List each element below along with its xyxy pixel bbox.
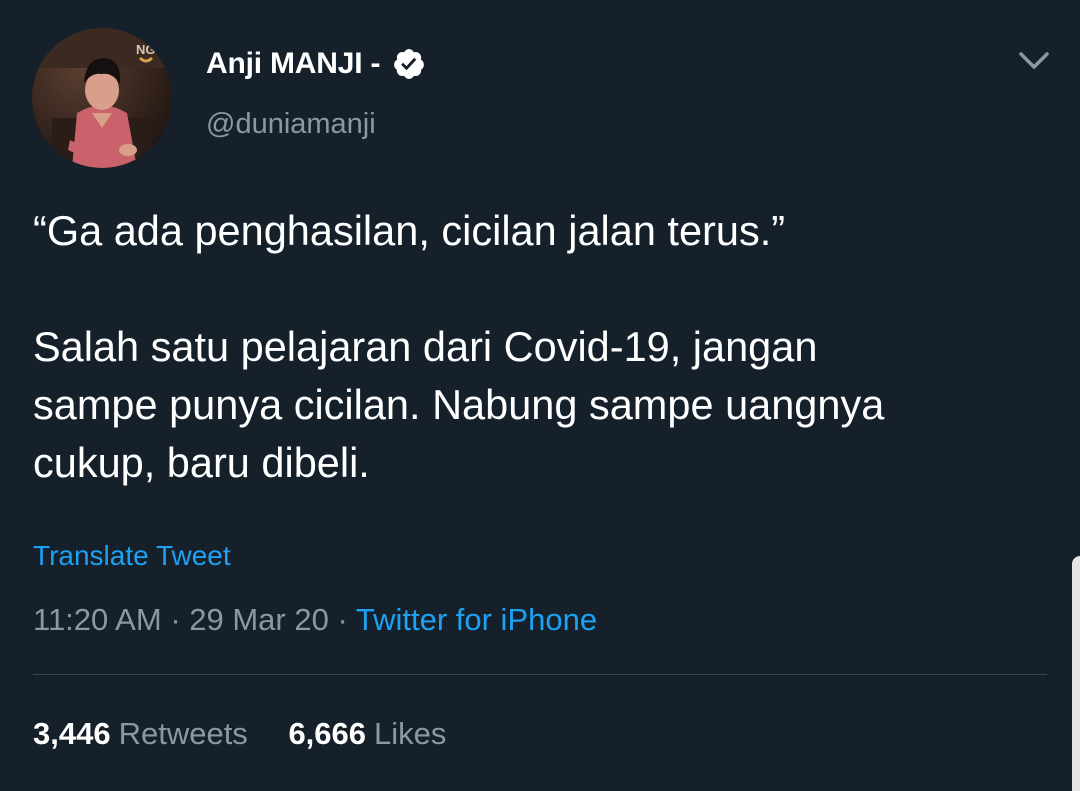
likes-label: Likes <box>374 716 447 751</box>
retweets-count: 3,446 <box>33 716 111 751</box>
avatar-image: NG <box>32 28 172 168</box>
likes-count: 6,666 <box>288 716 367 751</box>
name-row: Anji MANJI - <box>206 44 426 84</box>
tweet-text-line: Salah satu pelajaran dari Covid-19, jang… <box>33 323 818 370</box>
tweet-text: “Ga ada penghasilan, cicilan jalan terus… <box>33 202 1043 492</box>
tweet-metadata: 11:20 AM · 29 Mar 20 · Twitter for iPhon… <box>33 602 597 638</box>
retweets-stat[interactable]: 3,446 Retweets <box>33 716 248 752</box>
avatar-sign-text: NG <box>136 42 156 57</box>
retweets-label: Retweets <box>118 716 248 751</box>
handle[interactable]: @duniamanji <box>206 108 426 141</box>
likes-stat[interactable]: 6,666 Likes <box>288 716 446 752</box>
verified-badge-icon <box>392 47 426 81</box>
meta-separator: · <box>337 602 348 637</box>
engagement-stats: 3,446 Retweets 6,666 Likes <box>33 716 446 752</box>
tweet-date[interactable]: 29 Mar 20 <box>189 602 329 637</box>
tweet-time[interactable]: 11:20 AM <box>33 602 162 637</box>
chevron-down-icon[interactable] <box>1018 50 1050 72</box>
divider <box>33 674 1047 675</box>
tweet-card: NG Anji MANJI - @duniamanji “Ga ada peng… <box>0 0 1080 791</box>
translate-tweet-link[interactable]: Translate Tweet <box>33 540 231 572</box>
tweet-text-line: cukup, baru dibeli. <box>33 439 370 486</box>
tweet-source-link[interactable]: Twitter for iPhone <box>356 602 597 637</box>
avatar[interactable]: NG <box>32 28 172 168</box>
tweet-text-line: “Ga ada penghasilan, cicilan jalan terus… <box>33 207 786 254</box>
display-name[interactable]: Anji MANJI - <box>206 47 380 81</box>
scrollbar[interactable] <box>1072 556 1080 791</box>
author-block: Anji MANJI - @duniamanji <box>206 44 426 141</box>
meta-separator: · <box>170 602 181 637</box>
tweet-text-line: sampe punya cicilan. Nabung sampe uangny… <box>33 381 885 428</box>
